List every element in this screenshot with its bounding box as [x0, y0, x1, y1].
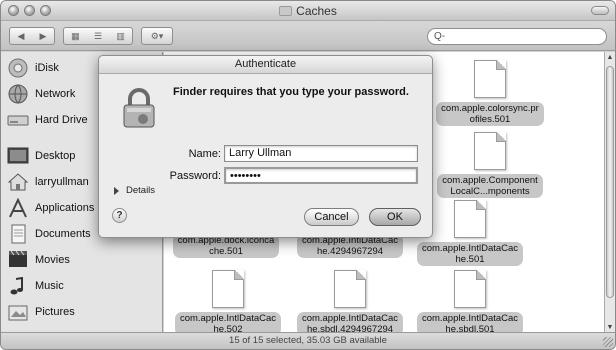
finder-window: Caches ◀ ▶ ▦ ☰ ▥ ⚙▾ Q- iDisk Network Har… [0, 0, 616, 350]
globe-icon [8, 84, 28, 104]
file-label: com.apple.IntlDataCac he.501 [416, 242, 524, 266]
window-title: Caches [1, 4, 615, 18]
view-mode-buttons[interactable]: ▦ ☰ ▥ [63, 27, 133, 45]
icon-view-icon[interactable]: ▦ [71, 31, 80, 42]
hard-drive-icon [7, 115, 29, 126]
pictures-icon [8, 305, 28, 321]
applications-icon [9, 197, 27, 218]
sidebar-item-label: Network [35, 88, 76, 100]
idisk-icon [8, 58, 28, 78]
document-icon [454, 270, 486, 308]
sidebar-item-label: Pictures [35, 306, 75, 318]
document-icon [212, 270, 244, 308]
sidebar-item-home[interactable]: larryullman [7, 170, 89, 194]
title-bar[interactable]: Caches [1, 1, 615, 21]
sidebar-item-desktop[interactable]: Desktop [7, 144, 75, 168]
gear-icon: ⚙▾ [150, 30, 164, 41]
file-item[interactable]: com.apple.Component LocalC...mponents [434, 132, 546, 198]
cancel-button[interactable]: Cancel [304, 208, 359, 226]
desktop-icon [7, 147, 29, 164]
sidebar-item-label: Applications [35, 202, 95, 214]
action-menu-button[interactable]: ⚙▾ [141, 27, 173, 45]
sidebar-item-documents[interactable]: Documents [7, 222, 91, 246]
folder-icon [279, 6, 293, 16]
toolbar-toggle-button[interactable] [591, 6, 609, 15]
documents-icon [11, 224, 26, 244]
sidebar-item-applications[interactable]: Applications [7, 196, 94, 220]
help-button[interactable]: ? [112, 208, 127, 223]
authenticate-dialog: Authenticate Finder requires that you ty… [98, 55, 433, 238]
document-icon [454, 200, 486, 238]
window-title-text: Caches [296, 4, 337, 18]
password-label: Password: [169, 170, 221, 182]
document-icon [474, 132, 506, 170]
scroll-up-arrow-icon[interactable]: ▲ [605, 52, 615, 64]
sidebar-item-network[interactable]: Network [7, 82, 75, 106]
forward-arrow-icon[interactable]: ▶ [40, 31, 47, 42]
sidebar-item-idisk[interactable]: iDisk [7, 56, 59, 80]
disclosure-triangle-icon[interactable] [114, 186, 119, 195]
password-field[interactable]: •••••••• [224, 167, 418, 184]
sidebar-item-label: Music [35, 280, 64, 292]
status-bar: 15 of 15 selected, 35.03 GB available [1, 332, 615, 349]
sidebar-item-label: iDisk [35, 62, 59, 74]
name-field[interactable]: Larry Ullman [224, 145, 418, 162]
vertical-scrollbar[interactable]: ▲ ▼ [604, 52, 615, 334]
name-label: Name: [188, 148, 221, 160]
document-icon [474, 60, 506, 98]
column-view-icon[interactable]: ▥ [116, 31, 125, 42]
file-item[interactable]: com.apple.IntlDataCac he.sbdl.501 [414, 270, 526, 336]
sidebar-item-music[interactable]: Music [7, 274, 64, 298]
home-icon [7, 173, 29, 191]
status-text: 15 of 15 selected, 35.03 GB available [229, 335, 387, 346]
sidebar-item-label: Documents [35, 228, 91, 240]
resize-grip-icon[interactable] [603, 337, 613, 347]
sidebar-item-label: Desktop [35, 150, 76, 162]
dialog-message: Finder requires that you type your passw… [173, 86, 409, 98]
music-note-icon [10, 276, 23, 295]
file-item[interactable]: com.apple.colorsync.pr ofiles.501 [434, 60, 546, 126]
movies-icon [9, 250, 27, 267]
list-view-icon[interactable]: ☰ [94, 31, 102, 42]
toolbar: ◀ ▶ ▦ ☰ ▥ ⚙▾ Q- [1, 21, 615, 51]
sidebar-item-label: Movies [35, 254, 70, 266]
back-arrow-icon[interactable]: ◀ [18, 31, 25, 42]
details-label: Details [126, 185, 156, 196]
scroll-thumb[interactable] [606, 66, 614, 298]
sidebar-item-pictures[interactable]: Pictures [7, 300, 75, 324]
file-label: com.apple.Component LocalC...mponents [437, 174, 543, 198]
back-forward-buttons[interactable]: ◀ ▶ [9, 27, 55, 45]
file-item[interactable]: com.apple.IntlDataCac he.sbdl.4294967294 [294, 270, 406, 336]
sidebar-item-hard-drive[interactable]: Hard Drive [7, 108, 88, 132]
search-input[interactable]: Q- [427, 28, 607, 45]
sidebar-item-label: Hard Drive [35, 114, 88, 126]
dialog-title: Authenticate [99, 56, 432, 74]
file-item[interactable]: com.apple.IntlDataCac he.502 [172, 270, 284, 336]
lock-icon [123, 88, 155, 128]
file-label: com.apple.colorsync.pr ofiles.501 [436, 102, 544, 126]
sidebar-item-label: larryullman [35, 176, 89, 188]
ok-button[interactable]: OK [369, 208, 421, 226]
sidebar-item-movies[interactable]: Movies [7, 248, 70, 272]
document-icon [334, 270, 366, 308]
details-disclosure[interactable]: Details [114, 185, 155, 196]
